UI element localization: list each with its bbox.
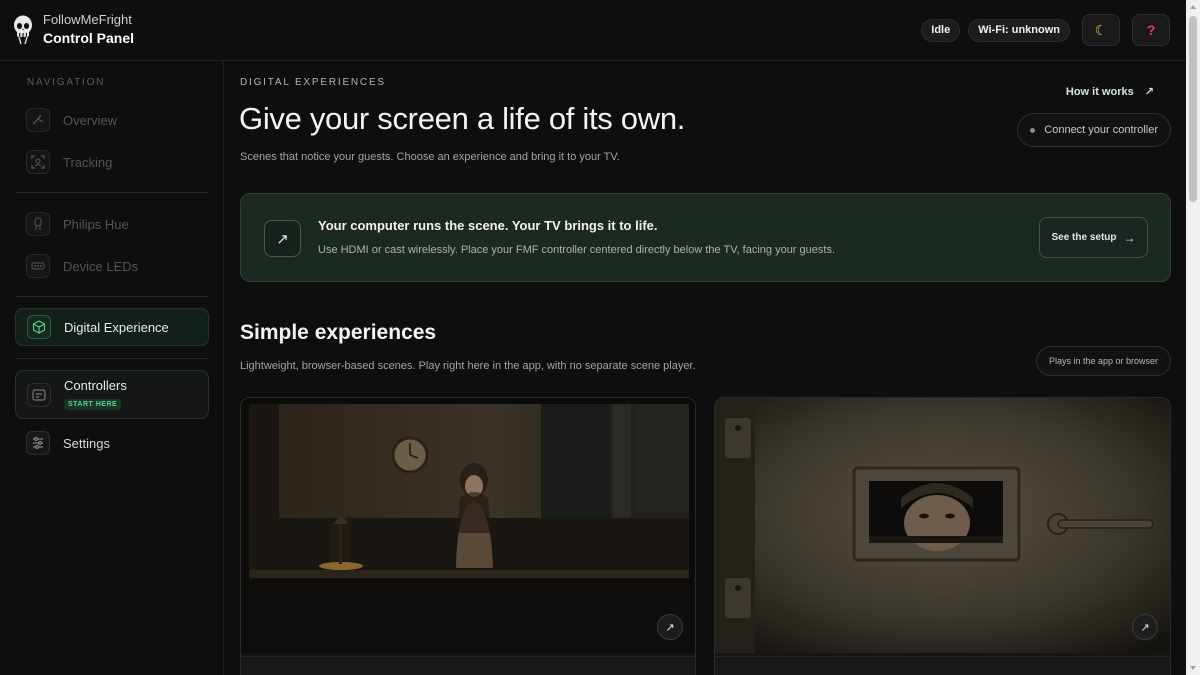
divider (15, 358, 209, 359)
start-here-badge: START HERE (64, 399, 122, 410)
scrollbar[interactable] (1186, 0, 1200, 675)
section-subtitle: Lightweight, browser-based scenes. Play … (240, 360, 696, 372)
connect-controller-button[interactable]: Connect your controller (1017, 113, 1171, 147)
card-footer (715, 656, 1170, 675)
sidebar-item-label: Device LEDs (63, 258, 139, 274)
wifi-status-badge: Wi-Fi: unknown (968, 18, 1070, 42)
sidebar-item-philips-hue[interactable]: Philips Hue (15, 205, 209, 243)
brand[interactable]: FollowMeFright Control Panel (12, 12, 134, 48)
sidebar-item-controllers[interactable]: Controllers START HERE (15, 370, 209, 419)
app-window: FollowMeFright Control Panel Idle Wi-Fi:… (0, 0, 1200, 675)
sidebar: NAVIGATION Overview Tracking Philips Hue (0, 62, 224, 675)
led-strip-icon (26, 254, 50, 278)
section-kicker: DIGITAL EXPERIENCES (240, 77, 386, 88)
how-it-works-link[interactable]: How it works ↗ (1066, 85, 1154, 98)
see-setup-label: See the setup (1051, 232, 1117, 243)
card-footer (241, 656, 695, 675)
sidebar-item-label: Tracking (63, 154, 113, 170)
app-name: FollowMeFright (43, 12, 132, 27)
plays-in-app-pill: Plays in the app or browser (1035, 346, 1171, 376)
sidebar-item-overview[interactable]: Overview (15, 101, 209, 139)
see-setup-button[interactable]: See the setup → (1039, 217, 1148, 258)
sidebar-item-label: Settings (63, 435, 110, 451)
sidebar-item-settings[interactable]: Settings (15, 424, 209, 462)
open-experience-button[interactable]: ↗ (657, 614, 683, 640)
help-button[interactable]: ? (1132, 14, 1170, 46)
page-subtitle: Scenes that notice your guests. Choose a… (240, 151, 620, 163)
app-title: Control Panel (43, 30, 135, 46)
tracking-icon (26, 150, 50, 174)
top-bar: FollowMeFright Control Panel Idle Wi-Fi:… (0, 0, 1186, 61)
overview-icon (26, 108, 50, 132)
status-dot-icon (1030, 127, 1036, 133)
arrow-right-icon: → (1123, 230, 1136, 245)
external-link-icon: ↗ (1144, 86, 1154, 98)
scroll-down-icon[interactable] (1190, 666, 1196, 670)
sidebar-item-label: Overview (63, 112, 118, 128)
status-badge: Idle (921, 18, 961, 42)
sidebar-item-digital-experience[interactable]: Digital Experience (15, 308, 209, 346)
controller-icon (27, 382, 51, 407)
section-title: Simple experiences (240, 321, 437, 344)
theme-toggle-button[interactable]: ☾ (1082, 14, 1120, 46)
connect-label: Connect your controller (1044, 124, 1158, 136)
banner-body: Use HDMI or cast wirelessly. Place your … (318, 244, 835, 256)
sidebar-item-tracking[interactable]: Tracking (15, 143, 209, 181)
sliders-icon (26, 431, 50, 455)
moon-icon: ☾ (1094, 21, 1108, 38)
arrow-up-right-icon: ↗ (264, 220, 301, 257)
page-title: Give your screen a life of its own. (239, 101, 686, 136)
hue-bulb-icon (26, 212, 50, 236)
cube-icon (27, 315, 51, 339)
experience-card[interactable]: ↗ (240, 397, 696, 675)
scroll-thumb[interactable] (1189, 16, 1197, 202)
experience-thumbnail-room (241, 398, 695, 653)
sidebar-item-label: Digital Experience (64, 319, 169, 335)
experience-card[interactable]: ↗ (714, 397, 1171, 675)
scroll-up-icon[interactable] (1190, 5, 1196, 9)
experience-thumbnail-door (715, 398, 1170, 653)
divider (15, 296, 209, 297)
help-icon: ? (1146, 22, 1156, 38)
how-it-works-label: How it works (1065, 86, 1134, 98)
nav-section-title: NAVIGATION (27, 77, 106, 88)
open-experience-button[interactable]: ↗ (1132, 614, 1158, 640)
banner-title: Your computer runs the scene. Your TV br… (318, 218, 658, 233)
sidebar-item-label: Controllers (64, 378, 127, 393)
setup-banner: ↗ Your computer runs the scene. Your TV … (240, 193, 1171, 282)
sidebar-item-label: Philips Hue (63, 216, 129, 232)
divider (15, 192, 209, 193)
skull-logo-icon (14, 15, 32, 45)
sidebar-item-device-leds[interactable]: Device LEDs (15, 247, 209, 285)
main-content: DIGITAL EXPERIENCES Give your screen a l… (225, 62, 1186, 675)
